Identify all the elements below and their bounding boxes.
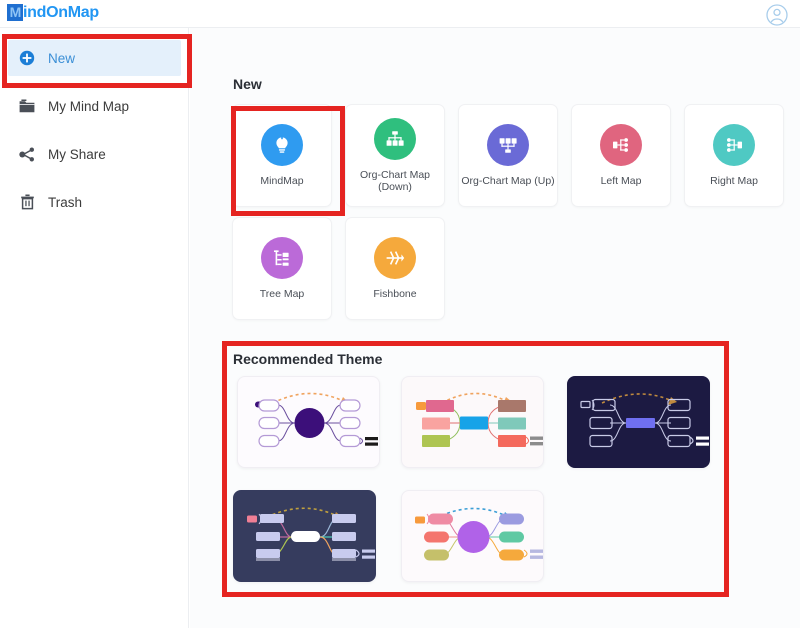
logo-text: indOnMap <box>23 4 99 21</box>
theme-thumbnail-dark-slate[interactable] <box>233 490 376 582</box>
sidebar-item-label: New <box>48 50 76 66</box>
org-down-icon <box>374 118 416 160</box>
card-right-map[interactable]: Right Map <box>684 104 784 207</box>
card-fishbone[interactable]: Fishbone <box>345 217 445 320</box>
tree-map-icon <box>261 237 303 279</box>
lightbulb-icon <box>261 124 303 166</box>
sidebar-item-new[interactable]: New <box>8 40 181 76</box>
share-icon <box>12 147 42 162</box>
sidebar-item-label: My Mind Map <box>48 98 130 114</box>
user-circle-icon[interactable] <box>766 4 788 26</box>
recommended-theme-title: Recommended Theme <box>233 351 383 367</box>
theme-thumbnail-dark-navy[interactable] <box>567 376 710 468</box>
card-tree-map[interactable]: Tree Map <box>232 217 332 320</box>
theme-thumbnail-light-violet[interactable] <box>401 490 544 582</box>
plus-circle-icon <box>12 50 42 66</box>
card-org-chart-map-down[interactable]: Org-Chart Map (Down) <box>345 104 445 207</box>
card-label: Tree Map <box>259 288 305 300</box>
card-label: Right Map <box>710 175 758 187</box>
folder-icon <box>12 99 42 113</box>
sidebar: New My Mind Map My Share Trash <box>0 28 189 628</box>
theme-thumbnail-colorful[interactable] <box>401 376 544 468</box>
card-label: Fishbone <box>373 288 417 300</box>
org-up-icon <box>487 124 529 166</box>
trash-icon <box>12 194 42 210</box>
fishbone-icon <box>374 237 416 279</box>
sidebar-item-label: My Share <box>48 146 106 162</box>
app-logo[interactable]: M indOnMap <box>7 2 99 23</box>
card-left-map[interactable]: Left Map <box>571 104 671 207</box>
main-content: New MindMap Org-Chart Map (Down) Org-Cha… <box>190 28 800 628</box>
card-mindmap[interactable]: MindMap <box>232 104 332 207</box>
theme-thumbnail-light-purple[interactable] <box>237 376 380 468</box>
sidebar-item-trash[interactable]: Trash <box>8 184 181 220</box>
card-label: MindMap <box>260 175 304 187</box>
card-org-chart-map-up[interactable]: Org-Chart Map (Up) <box>458 104 558 207</box>
logo-mark: M <box>7 4 23 21</box>
sidebar-item-my-share[interactable]: My Share <box>8 136 181 172</box>
card-label: Left Map <box>600 175 642 187</box>
right-map-icon <box>713 124 755 166</box>
app-root: M indOnMap New My Mind Map My Share Tras… <box>0 0 800 628</box>
left-map-icon <box>600 124 642 166</box>
sidebar-item-label: Trash <box>48 194 83 210</box>
new-section-title: New <box>233 76 262 92</box>
sidebar-item-my-mind-map[interactable]: My Mind Map <box>8 88 181 124</box>
card-label: Org-Chart Map (Down) <box>359 169 431 193</box>
card-label: Org-Chart Map (Up) <box>461 175 555 187</box>
app-header: M indOnMap <box>0 0 800 28</box>
